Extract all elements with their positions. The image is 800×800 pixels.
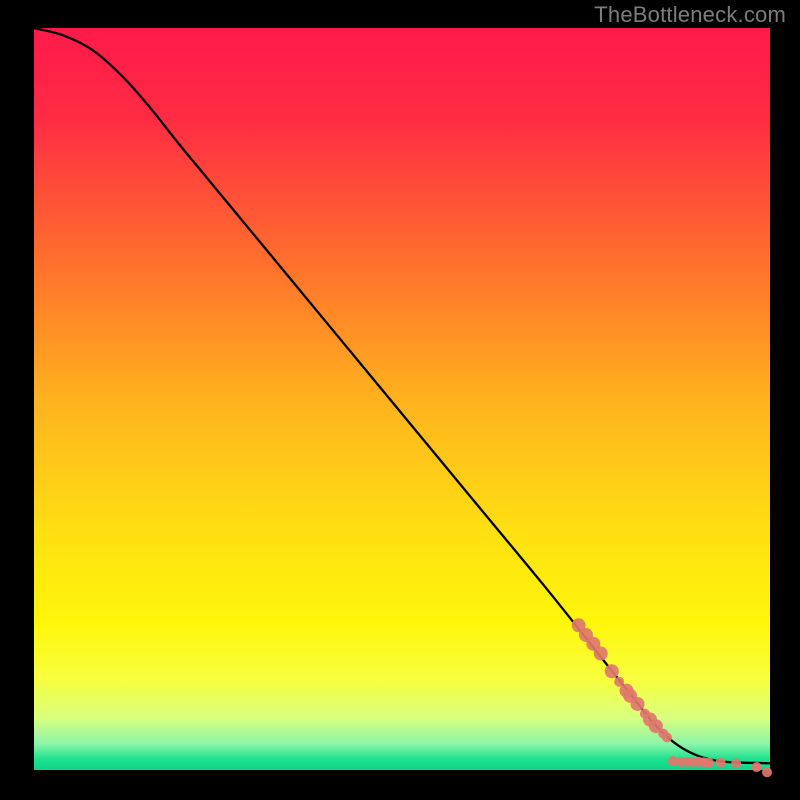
data-point-marker <box>662 732 672 742</box>
data-point-marker <box>631 697 645 711</box>
watermark-label: TheBottleneck.com <box>594 2 786 28</box>
bottleneck-curve <box>34 28 770 763</box>
data-point-marker <box>762 767 772 777</box>
highlight-markers <box>572 618 772 777</box>
data-point-marker <box>731 758 741 768</box>
chart-container: TheBottleneck.com <box>0 0 800 800</box>
plot-area <box>34 28 770 770</box>
data-point-marker <box>594 647 608 661</box>
data-point-marker <box>704 758 714 768</box>
curve-layer <box>34 28 770 770</box>
data-point-marker <box>605 664 619 678</box>
data-point-marker <box>752 762 762 772</box>
data-point-marker <box>716 758 726 768</box>
